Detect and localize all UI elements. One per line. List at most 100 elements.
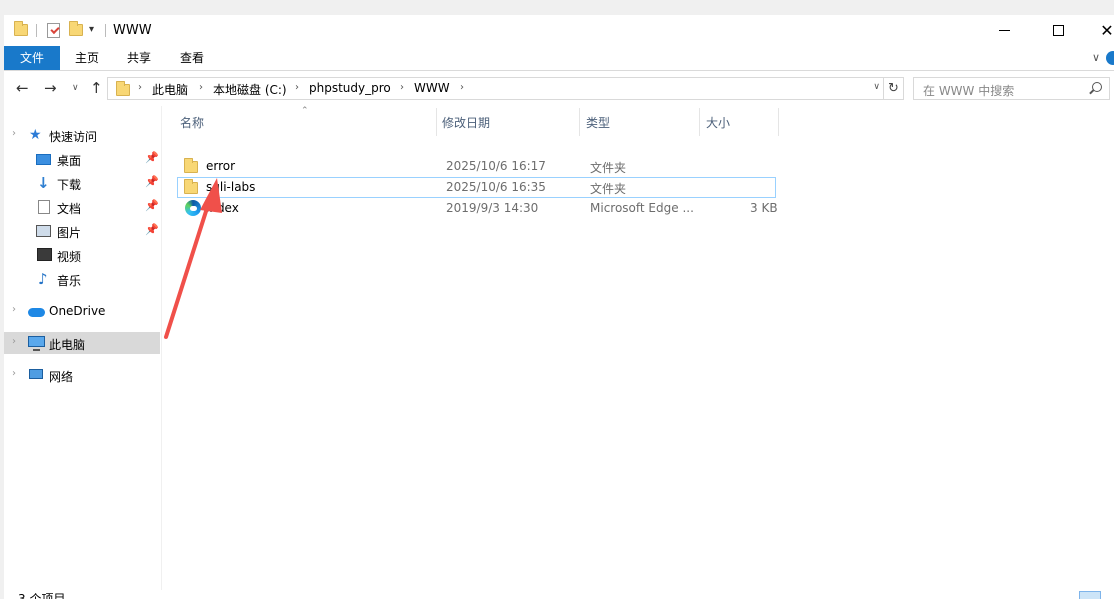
nav-label: 下载 bbox=[57, 178, 82, 192]
tab-view[interactable]: 查看 bbox=[171, 46, 213, 70]
tab-file[interactable]: 文件 bbox=[4, 46, 60, 70]
file-modified: 2025/10/6 16:17 bbox=[446, 159, 546, 173]
tab-home[interactable]: 主页 bbox=[66, 46, 108, 70]
close-button[interactable]: ✕ bbox=[1084, 15, 1114, 46]
divider bbox=[36, 24, 37, 37]
ribbon-tabs: 文件 主页 共享 查看 ∨ bbox=[4, 46, 1114, 71]
column-header-size[interactable]: 大小 bbox=[706, 114, 730, 131]
recent-locations-dropdown[interactable]: ∨ bbox=[72, 83, 79, 93]
quick-access-toolbar-dropdown[interactable]: ▾ bbox=[89, 24, 94, 35]
forward-button[interactable]: → bbox=[44, 79, 57, 97]
nav-this-pc[interactable]: › 此电脑 bbox=[4, 332, 160, 354]
column-header-name[interactable]: 名称 bbox=[180, 114, 204, 131]
help-icon[interactable] bbox=[1106, 51, 1114, 65]
file-type: 文件夹 bbox=[590, 182, 627, 196]
breadcrumb-local-disk[interactable]: 本地磁盘 (C:) bbox=[213, 81, 287, 98]
nav-label: 快速访问 bbox=[49, 130, 98, 144]
edge-icon bbox=[185, 200, 201, 216]
nav-label: 文档 bbox=[57, 202, 82, 216]
onedrive-cloud-icon bbox=[28, 308, 45, 317]
pin-icon: 📌 bbox=[145, 223, 159, 236]
search-box[interactable]: 在 WWW 中搜索 bbox=[913, 77, 1110, 100]
nav-item-downloads[interactable]: ↓ 下载 📌 bbox=[4, 172, 160, 194]
nav-item-music[interactable]: ♪ 音乐 bbox=[4, 268, 160, 290]
breadcrumb-phpstudy[interactable]: phpstudy_pro bbox=[309, 81, 391, 95]
address-bar[interactable]: › 此电脑 › 本地磁盘 (C:) › phpstudy_pro › WWW ›… bbox=[107, 77, 884, 100]
breadcrumb-separator[interactable]: › bbox=[199, 82, 203, 93]
minimize-icon bbox=[998, 30, 1010, 31]
nav-label: 此电脑 bbox=[49, 338, 86, 352]
column-divider[interactable] bbox=[436, 108, 437, 136]
file-modified: 2025/10/6 16:35 bbox=[446, 180, 546, 194]
status-bar: 3 个项目 bbox=[4, 590, 1114, 599]
nav-quick-access[interactable]: › ★ 快速访问 bbox=[4, 124, 160, 146]
tab-share[interactable]: 共享 bbox=[118, 46, 160, 70]
breadcrumb-separator[interactable]: › bbox=[460, 82, 464, 93]
search-icon bbox=[1092, 82, 1102, 92]
minimize-button[interactable] bbox=[981, 15, 1027, 46]
column-divider[interactable] bbox=[699, 108, 700, 136]
nav-label: 图片 bbox=[57, 226, 82, 240]
close-icon: ✕ bbox=[1100, 21, 1114, 40]
pin-icon: 📌 bbox=[145, 199, 159, 212]
column-divider[interactable] bbox=[579, 108, 580, 136]
file-row-sqli-labs[interactable]: sqli-labs 2025/10/6 16:35 文件夹 bbox=[177, 177, 776, 198]
back-button[interactable]: ← bbox=[16, 79, 29, 97]
pin-icon: 📌 bbox=[145, 175, 159, 188]
file-name: sqli-labs bbox=[206, 180, 256, 194]
folder-icon bbox=[184, 158, 198, 173]
nav-network[interactable]: › 网络 bbox=[4, 364, 160, 386]
nav-item-pictures[interactable]: 图片 📌 bbox=[4, 220, 160, 242]
item-count: 3 个项目 bbox=[18, 592, 66, 599]
breadcrumb-www[interactable]: WWW bbox=[414, 81, 450, 95]
details-view-button[interactable] bbox=[1079, 591, 1101, 599]
document-icon bbox=[38, 200, 50, 214]
maximize-button[interactable] bbox=[1035, 15, 1081, 46]
file-row-index[interactable]: index 2019/9/3 14:30 Microsoft Edge ... … bbox=[177, 198, 778, 219]
search-input[interactable]: 在 WWW 中搜索 bbox=[923, 82, 1014, 99]
nav-label: 视频 bbox=[57, 250, 82, 264]
window-title: WWW bbox=[113, 23, 152, 38]
nav-item-desktop[interactable]: 桌面 📌 bbox=[4, 148, 160, 170]
navigation-bar: ← → ∨ ↑ › 此电脑 › 本地磁盘 (C:) › phpstudy_pro… bbox=[4, 72, 1114, 106]
breadcrumb-this-pc[interactable]: 此电脑 bbox=[152, 81, 188, 98]
pin-icon: 📌 bbox=[145, 151, 159, 164]
title-bar: ▾ WWW ✕ bbox=[4, 15, 1114, 46]
desktop-icon bbox=[36, 154, 51, 165]
sort-ascending-icon: ⌃ bbox=[301, 106, 309, 116]
refresh-button[interactable]: ↻ bbox=[884, 77, 904, 100]
column-header-modified[interactable]: 修改日期 bbox=[442, 114, 490, 131]
navigation-pane: › ★ 快速访问 桌面 📌 ↓ 下载 📌 文档 📌 图片 📌 视频 ♪ 音乐 ›… bbox=[4, 106, 162, 599]
pictures-icon bbox=[36, 225, 51, 237]
expander-chevron-icon[interactable]: › bbox=[12, 336, 16, 347]
music-icon: ♪ bbox=[38, 270, 48, 288]
file-modified: 2019/9/3 14:30 bbox=[446, 201, 539, 215]
nav-item-videos[interactable]: 视频 bbox=[4, 244, 160, 266]
expand-ribbon-chevron-icon[interactable]: ∨ bbox=[1092, 51, 1100, 64]
address-history-dropdown[interactable]: ∨ bbox=[873, 82, 880, 92]
breadcrumb-separator[interactable]: › bbox=[400, 82, 404, 93]
expander-chevron-icon[interactable]: › bbox=[12, 368, 16, 379]
expander-chevron-icon[interactable]: › bbox=[12, 128, 16, 139]
expander-chevron-icon[interactable]: › bbox=[12, 304, 16, 315]
file-type: Microsoft Edge ... bbox=[590, 201, 694, 215]
file-row-error[interactable]: error 2025/10/6 16:17 文件夹 bbox=[177, 156, 776, 177]
nav-label: 网络 bbox=[49, 370, 74, 384]
column-header-type[interactable]: 类型 bbox=[586, 114, 610, 131]
divider bbox=[105, 24, 106, 37]
network-icon bbox=[29, 369, 43, 379]
nav-onedrive[interactable]: › OneDrive bbox=[4, 300, 160, 322]
nav-label: 音乐 bbox=[57, 274, 82, 288]
video-icon bbox=[37, 248, 52, 261]
nav-item-documents[interactable]: 文档 📌 bbox=[4, 196, 160, 218]
properties-icon[interactable] bbox=[47, 23, 60, 38]
maximize-icon bbox=[1052, 25, 1064, 36]
up-button[interactable]: ↑ bbox=[90, 79, 103, 97]
column-divider[interactable] bbox=[778, 108, 779, 136]
breadcrumb-separator[interactable]: › bbox=[295, 82, 299, 93]
quick-access-star-icon: ★ bbox=[29, 127, 42, 143]
file-name: index bbox=[206, 201, 239, 215]
download-icon: ↓ bbox=[37, 174, 50, 192]
folder-icon bbox=[116, 81, 130, 96]
breadcrumb-separator: › bbox=[138, 82, 142, 93]
